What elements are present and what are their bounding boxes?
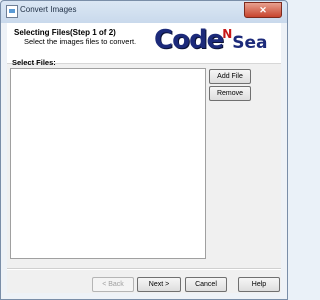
add-file-button[interactable]: Add File bbox=[209, 69, 251, 84]
logo-sea-text: Sea bbox=[232, 33, 268, 53]
cancel-button[interactable]: Cancel bbox=[185, 277, 227, 292]
next-button[interactable]: Next > bbox=[137, 277, 181, 292]
close-icon: ✕ bbox=[259, 5, 267, 15]
select-files-label: Select Files: bbox=[12, 58, 56, 67]
codensea-logo: CodeNSea bbox=[154, 25, 269, 57]
step-title: Selecting Files(Step 1 of 2) bbox=[14, 28, 116, 37]
app-icon bbox=[6, 5, 18, 18]
window-title: Convert Images bbox=[20, 5, 77, 14]
step-subtitle: Select the images files to convert. bbox=[24, 37, 137, 46]
file-list[interactable] bbox=[10, 68, 206, 259]
remove-button[interactable]: Remove bbox=[209, 86, 251, 101]
title-bar[interactable]: Convert Images ✕ bbox=[1, 1, 287, 21]
back-button[interactable]: < Back bbox=[92, 277, 134, 292]
help-button[interactable]: Help bbox=[238, 277, 280, 292]
footer-separator bbox=[7, 268, 281, 270]
dialog-window: Convert Images ✕ Selecting Files(Step 1 … bbox=[0, 0, 288, 300]
close-button[interactable]: ✕ bbox=[244, 2, 282, 18]
logo-n-text: N bbox=[222, 27, 233, 41]
client-area: Selecting Files(Step 1 of 2) Select the … bbox=[7, 23, 281, 293]
logo-code-text: Code bbox=[154, 25, 224, 55]
